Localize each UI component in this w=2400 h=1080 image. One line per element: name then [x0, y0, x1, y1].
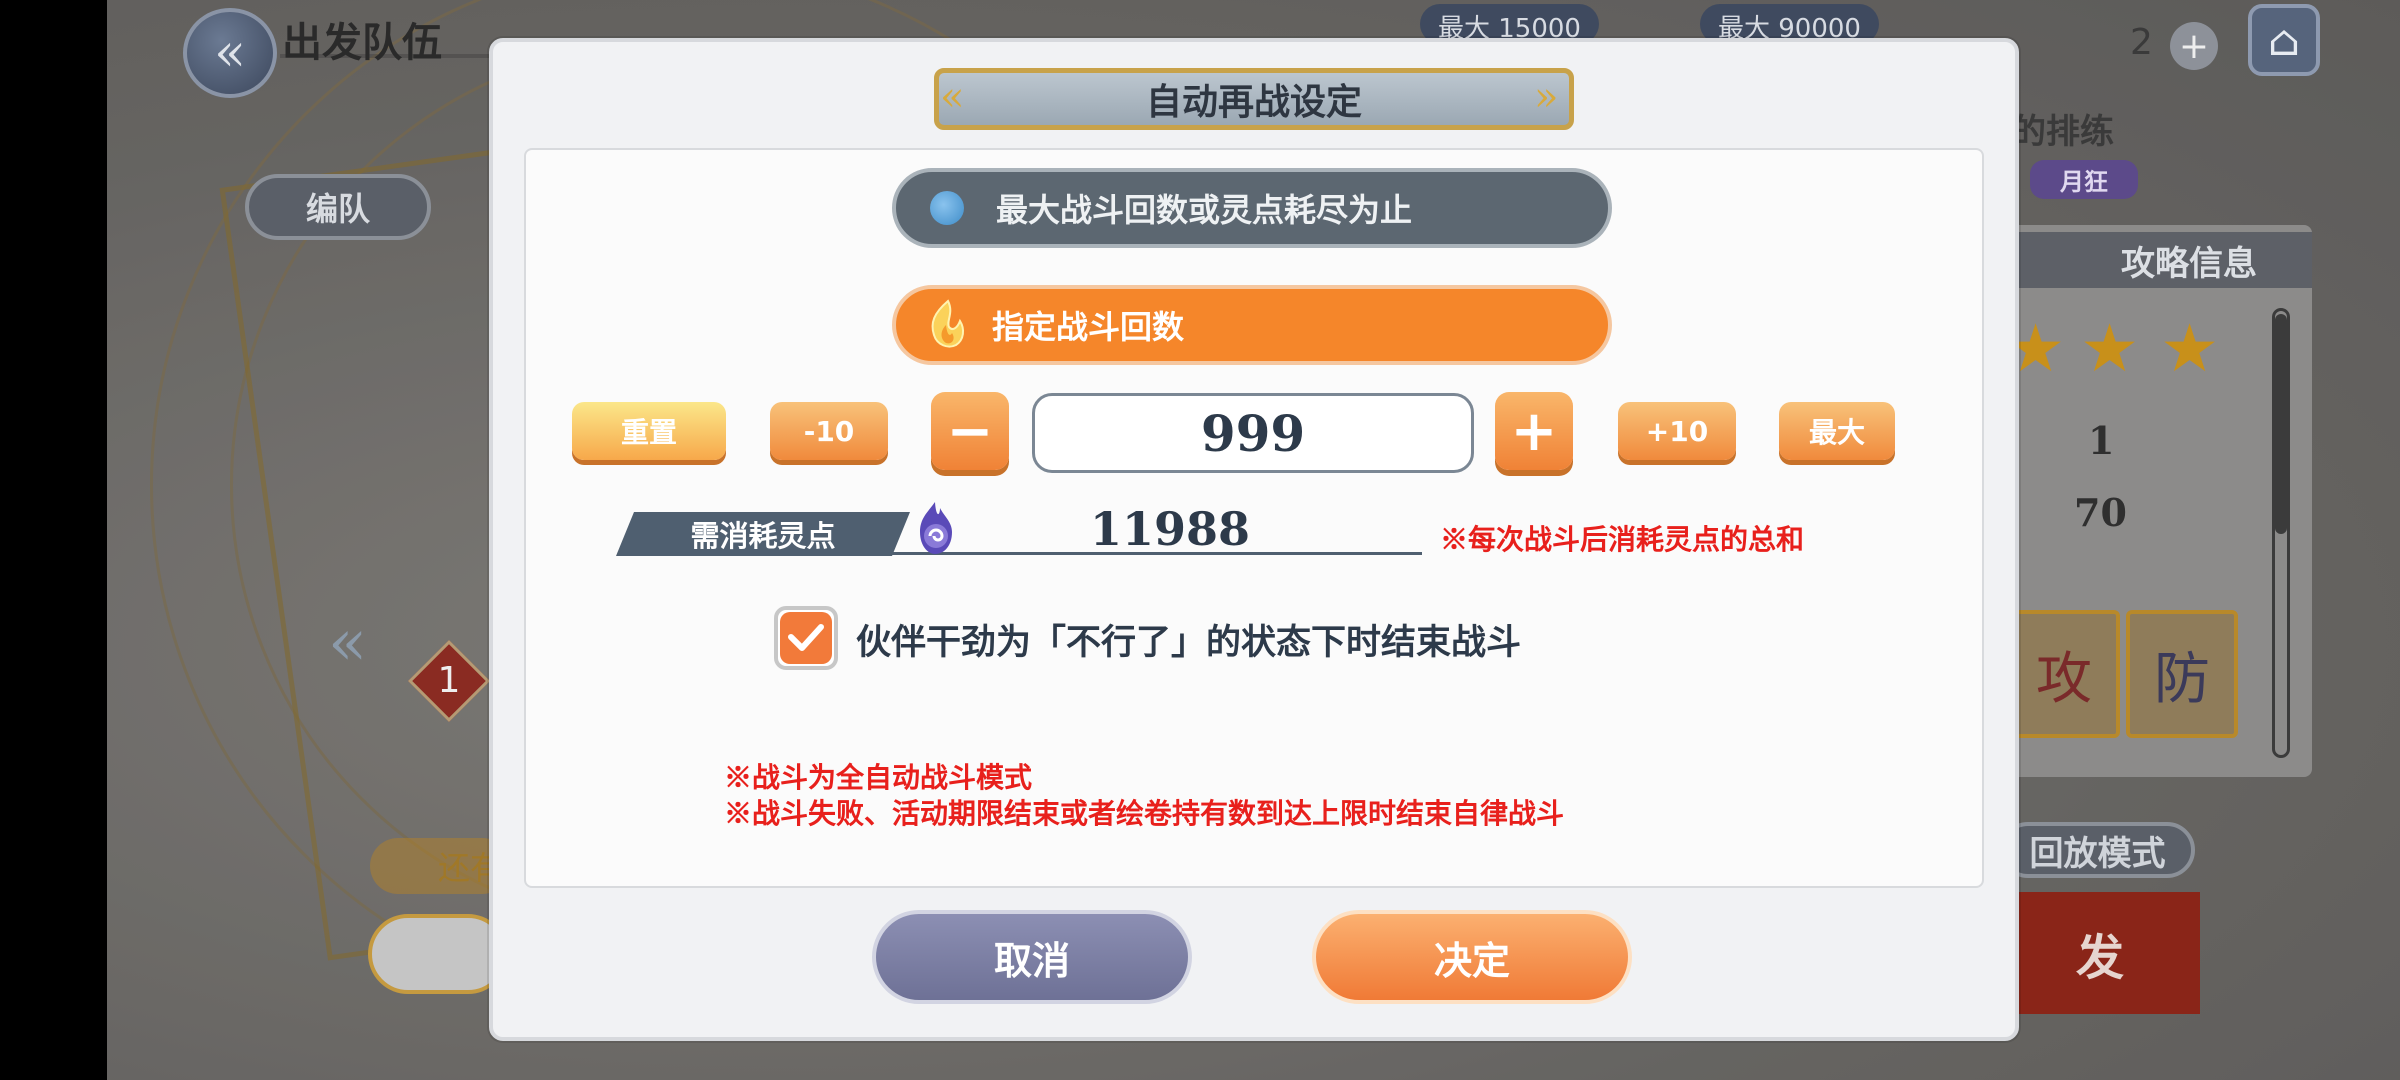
dialog-title: 自动再战设定 — [934, 68, 1574, 130]
home-icon: ⌂ — [2267, 15, 2301, 65]
minus-button[interactable]: − — [931, 392, 1009, 470]
stop-on-exhausted-label[interactable]: 伙伴干劲为「不行了」的状态下时结束战斗 — [856, 614, 1521, 665]
radio-dot-icon — [930, 191, 964, 225]
start-button[interactable]: 发 — [2000, 892, 2200, 1014]
edit-team-button[interactable]: 编队 — [245, 174, 431, 240]
checkbox-fill — [780, 612, 832, 664]
option-max-battles-label: 最大战斗回数或灵点耗尽为止 — [996, 191, 1413, 229]
stop-on-exhausted-checkbox[interactable] — [774, 606, 838, 670]
banner-left-chevron-icon: « — [940, 74, 965, 120]
option-max-battles[interactable]: 最大战斗回数或灵点耗尽为止 — [892, 168, 1612, 248]
item-count: 2 — [2130, 22, 2153, 63]
note-auto-mode: ※战斗为全自动战斗模式 — [724, 761, 1033, 794]
left-arrow-icon[interactable]: « — [328, 606, 367, 680]
cost-value: 11988 — [1090, 502, 1251, 556]
cost-note: ※每次战斗后消耗灵点的总和 — [1440, 523, 1805, 556]
replay-mode-button[interactable]: 回放模式 — [2000, 822, 2195, 878]
info-value-1: 1 — [2088, 418, 2115, 463]
left-letterbox — [0, 0, 107, 1080]
star-icon: ★ — [2080, 310, 2140, 387]
game-screen: « 出发队伍 最大 15000 最大 90000 2 + ⌂ 编队 的排练 月狂… — [0, 0, 2400, 1080]
confirm-button[interactable]: 决定 — [1312, 910, 1632, 1004]
home-button[interactable]: ⌂ — [2248, 4, 2320, 76]
cancel-button[interactable]: 取消 — [872, 910, 1192, 1004]
info-scrollbar-thumb[interactable] — [2275, 314, 2287, 534]
plus-button[interactable]: + — [1495, 392, 1573, 470]
note-end-conditions: ※战斗失败、活动期限结束或者绘卷持有数到达上限时结束自律战斗 — [724, 797, 1565, 830]
banner-right-chevron-icon: » — [1534, 74, 1559, 120]
quest-title: 的排练 — [2012, 112, 2114, 152]
header-title: 出发队伍 — [282, 19, 442, 66]
back-arrow-icon: « — [214, 23, 246, 83]
add-item-button[interactable]: + — [2170, 22, 2218, 70]
max-button[interactable]: 最大 — [1779, 402, 1895, 460]
option-specified-battles[interactable]: 指定战斗回数 — [892, 285, 1612, 365]
cost-label: 需消耗灵点 — [616, 512, 910, 556]
checkmark-icon — [788, 624, 824, 651]
quest-tag: 月狂 — [2030, 160, 2138, 199]
attack-card[interactable]: 攻 — [2008, 610, 2120, 738]
reset-button[interactable]: 重置 — [572, 402, 726, 460]
option-specified-battles-label: 指定战斗回数 — [992, 308, 1185, 346]
info-value-2: 70 — [2074, 490, 2127, 535]
spirit-point-icon — [920, 502, 952, 554]
back-button[interactable]: « — [183, 8, 277, 98]
defense-card[interactable]: 防 — [2126, 610, 2238, 738]
star-icon: ★ — [2160, 310, 2220, 387]
flame-icon — [931, 299, 965, 348]
minus10-button[interactable]: -10 — [770, 402, 888, 460]
left-bottom-button[interactable] — [368, 914, 508, 994]
plus10-button[interactable]: +10 — [1618, 402, 1736, 460]
party-slot-number: 1 — [437, 660, 461, 701]
battle-count-input[interactable]: 999 — [1032, 393, 1474, 473]
info-panel-title: 攻略信息 — [2000, 232, 2312, 288]
